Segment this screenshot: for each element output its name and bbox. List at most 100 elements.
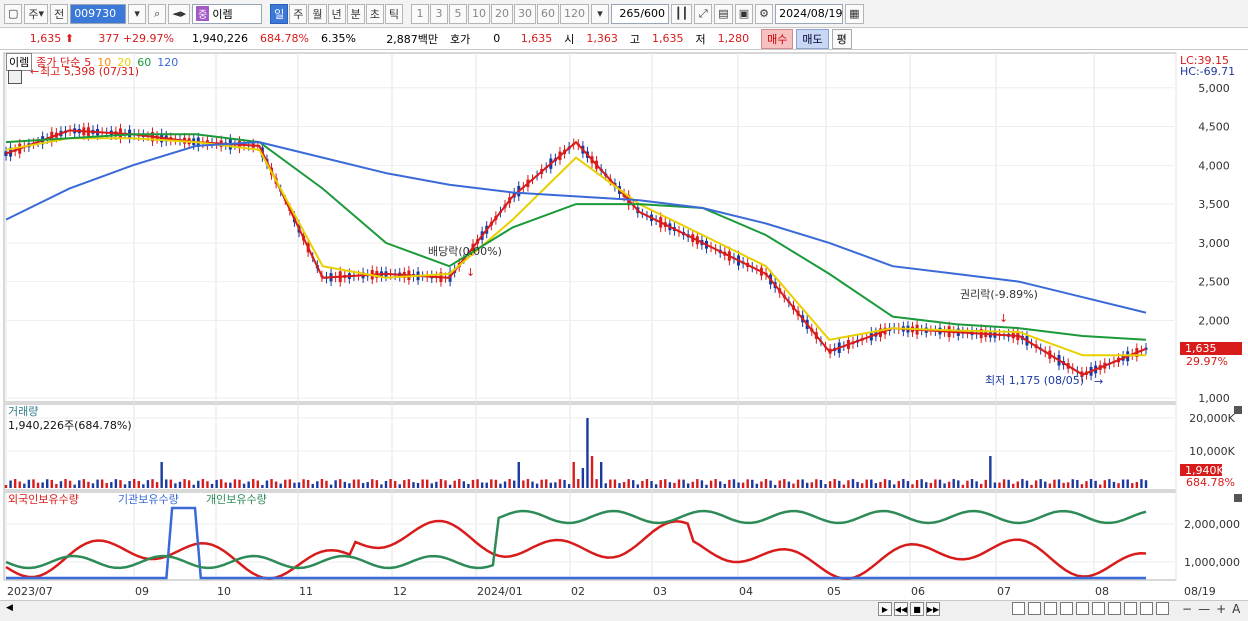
volume-bar — [892, 484, 896, 488]
crosshair-icon[interactable]: ⤢ — [694, 3, 713, 24]
interval-button[interactable]: 10 — [468, 3, 491, 24]
stock-chart[interactable]: 5,000 4,500 4,000 3,500 3,000 2,500 2,000 1,000… — [0, 52, 1248, 600]
quote-strip: 1,635 ⬆ 377 +29.97% 1,940,226 684.78% 6.… — [0, 28, 1248, 50]
volume-bar — [535, 483, 539, 488]
rights-annotation: 권리락(-9.89%) — [960, 288, 1038, 301]
volume-bar — [490, 479, 493, 488]
volume-bar — [160, 462, 163, 488]
volume-bar — [132, 479, 136, 488]
volume-bar — [265, 480, 269, 488]
trade-amount: 2,887백만 — [386, 32, 438, 46]
stock-code-input[interactable]: 009730 — [70, 3, 127, 24]
volume-bar — [760, 481, 763, 488]
high-label: 고 — [629, 32, 640, 46]
grid-toggle-icon[interactable] — [8, 70, 22, 84]
legend-stock-name[interactable]: 이렘 — [6, 53, 33, 71]
interval-button[interactable]: 120 — [560, 3, 590, 24]
volume-bar — [819, 479, 823, 488]
nav-rewind-icon[interactable]: ◀◀ — [894, 602, 908, 616]
volume-bar — [833, 479, 836, 488]
view-icon-10[interactable] — [1156, 602, 1169, 615]
zoom-reset-icon[interactable]: — — [1198, 602, 1210, 616]
time-axis-label: 02 — [571, 585, 585, 598]
prev-button[interactable]: 전 — [50, 3, 69, 24]
speaker-icon[interactable]: ◄▸ — [168, 3, 191, 24]
window-icon[interactable]: ▢ — [4, 3, 23, 24]
volume-bar — [970, 479, 974, 488]
volume-bar — [1025, 480, 1029, 488]
volume-bar — [371, 479, 374, 488]
interval-button[interactable]: 30 — [514, 3, 537, 24]
save-icon[interactable]: ▣ — [734, 3, 754, 24]
view-icon-7[interactable] — [1108, 602, 1121, 615]
price-tick-label: 3,500 — [1198, 198, 1230, 211]
interval-button[interactable]: 5 — [449, 3, 468, 24]
period-button[interactable]: 월 — [308, 3, 327, 24]
volume-bar — [1126, 479, 1129, 488]
calendar-icon[interactable]: ▦ — [845, 3, 864, 24]
eval-button[interactable]: 평 — [831, 28, 852, 49]
scroll-left-icon[interactable]: ◀ — [6, 603, 13, 613]
time-axis-label: 05 — [827, 585, 841, 598]
candle-icon[interactable]: ┃┃ — [671, 3, 693, 24]
gear-icon[interactable]: ⚙ — [755, 3, 774, 24]
period-button[interactable]: 주 — [289, 3, 308, 24]
tools-icon[interactable]: ▤ — [714, 3, 733, 24]
volume-bar — [723, 483, 726, 488]
nav-stop-icon[interactable]: ■ — [910, 602, 924, 616]
text-size-icon[interactable]: A — [1232, 602, 1240, 616]
count-input[interactable]: 265/600 — [611, 3, 670, 24]
volume-bar — [769, 480, 772, 488]
time-axis-label: 04 — [739, 585, 753, 598]
nav-forward-icon[interactable]: ▶▶ — [926, 602, 940, 616]
view-icon-8[interactable] — [1124, 602, 1137, 615]
legend-ma-120: 120 — [157, 55, 179, 69]
view-icon-3[interactable] — [1044, 602, 1057, 615]
current-price-tag: 1,635 — [1185, 342, 1217, 355]
period-button[interactable]: 일 — [270, 3, 289, 24]
code-dropdown-icon[interactable]: ▾ — [128, 3, 147, 24]
volume-bar — [407, 479, 411, 488]
interval-button[interactable]: 1 — [411, 3, 430, 24]
volume-bar — [925, 482, 928, 488]
period-button[interactable]: 틱 — [384, 3, 404, 24]
volume-bar — [82, 479, 86, 488]
interval-button[interactable]: 20 — [491, 3, 514, 24]
view-icon-2[interactable] — [1028, 602, 1041, 615]
view-icon-4[interactable] — [1060, 602, 1073, 615]
volume-bar — [430, 483, 433, 488]
view-icon-6[interactable] — [1092, 602, 1105, 615]
interval-dropdown-icon[interactable]: ▾ — [591, 3, 610, 24]
period-button[interactable]: 년 — [327, 3, 346, 24]
buy-button[interactable]: 매수 — [761, 28, 794, 49]
view-icon-9[interactable] — [1140, 602, 1153, 615]
nav-next-icon[interactable]: ▶ — [878, 602, 892, 616]
interval-button[interactable]: 60 — [537, 3, 560, 24]
volume-bar — [586, 418, 589, 488]
holdings-close-icon[interactable] — [1234, 494, 1242, 502]
volume-bar — [1048, 483, 1052, 488]
volume-bar — [91, 483, 95, 488]
volume-bar — [751, 479, 754, 488]
volume-bar — [320, 479, 324, 488]
volume-bar — [719, 481, 722, 488]
volume-bar — [938, 479, 942, 488]
volume-close-icon[interactable] — [1234, 406, 1242, 414]
volume-bar — [883, 479, 887, 488]
sell-button[interactable]: 매도 — [796, 28, 829, 49]
zoom-out-icon[interactable]: − — [1182, 602, 1192, 616]
volume-bar — [375, 480, 379, 488]
search-icon[interactable]: ⌕ — [148, 3, 167, 24]
view-icon-5[interactable] — [1076, 602, 1089, 615]
volume-bar — [728, 479, 731, 488]
zoom-in-icon[interactable]: + — [1216, 602, 1226, 616]
date-input[interactable]: 2024/08/19 — [775, 3, 844, 24]
stock-name-input[interactable]: 중 이렘 — [192, 3, 263, 24]
volume-bar — [206, 481, 209, 488]
time-axis-label: 06 — [911, 585, 925, 598]
period-button[interactable]: 초 — [365, 3, 384, 24]
interval-button[interactable]: 3 — [430, 3, 449, 24]
period-button[interactable]: 분 — [346, 3, 365, 24]
mode-select[interactable]: 주 ▾ — [24, 3, 49, 24]
view-icon-1[interactable] — [1012, 602, 1025, 615]
